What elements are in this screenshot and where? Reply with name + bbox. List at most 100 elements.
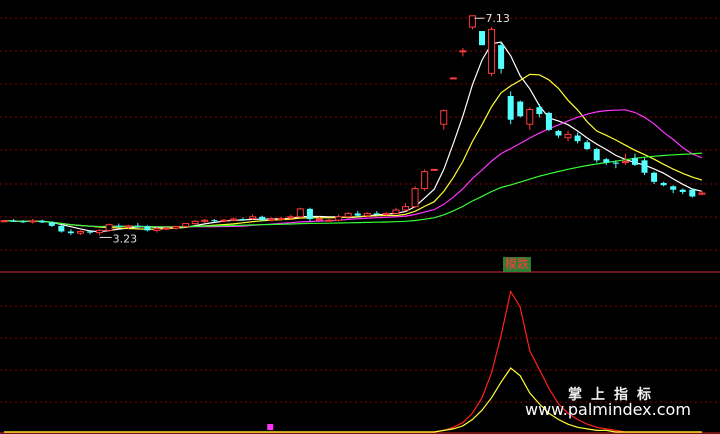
candle-body xyxy=(191,220,199,225)
candle xyxy=(29,219,37,224)
candle xyxy=(603,158,610,165)
candle xyxy=(201,219,209,224)
candle-body xyxy=(555,130,562,136)
candle-body xyxy=(488,28,496,74)
candle xyxy=(58,224,65,233)
candle-body xyxy=(392,209,400,214)
candle-body xyxy=(354,213,361,216)
candle-body xyxy=(584,142,591,150)
candle-body xyxy=(220,219,228,222)
candle-body xyxy=(679,189,686,192)
candle-body xyxy=(689,189,696,197)
candle-body xyxy=(698,192,706,195)
candle-body xyxy=(670,186,677,190)
candle-body xyxy=(105,224,113,231)
stock-chart: 7.13 3.23 xyxy=(0,12,720,434)
candle-body xyxy=(603,159,610,163)
candle-body xyxy=(0,220,8,223)
candle-body xyxy=(430,168,438,171)
candle xyxy=(507,91,514,125)
candle-body xyxy=(382,212,390,216)
candle-body xyxy=(315,218,323,221)
candle xyxy=(660,181,667,187)
candle xyxy=(498,42,505,74)
candle xyxy=(96,229,104,236)
candle-body xyxy=(660,182,667,186)
candle xyxy=(459,47,467,57)
candle-body xyxy=(621,160,629,164)
ma-longest-line xyxy=(3,152,702,228)
candle-body xyxy=(651,172,658,182)
candle xyxy=(182,223,190,228)
candle-body xyxy=(306,208,313,220)
candle xyxy=(335,214,343,222)
candle xyxy=(354,211,361,217)
candle-body xyxy=(631,158,638,165)
candle-body xyxy=(124,225,132,228)
candle xyxy=(211,219,218,222)
candle-body xyxy=(421,171,429,190)
candle-body xyxy=(593,149,600,161)
candle-body xyxy=(536,107,543,115)
candle-body xyxy=(87,231,94,233)
candle xyxy=(670,185,677,194)
candle-body xyxy=(144,226,151,231)
candle-body xyxy=(10,220,17,222)
candle-body xyxy=(134,225,141,227)
candle-body xyxy=(402,206,410,211)
candle-body xyxy=(249,216,257,219)
candle-body xyxy=(67,231,74,234)
candle xyxy=(296,207,304,218)
candle-body xyxy=(268,218,276,221)
candle xyxy=(67,229,74,235)
candle-body xyxy=(163,227,171,230)
candle xyxy=(574,132,581,144)
candle xyxy=(39,219,46,224)
candle xyxy=(593,147,600,163)
candle-body xyxy=(296,208,304,218)
candle-body xyxy=(259,216,266,221)
candle-body xyxy=(507,95,514,120)
candle-body xyxy=(211,220,218,222)
candle-body xyxy=(440,110,448,125)
candle-body xyxy=(373,213,380,215)
candle xyxy=(402,203,410,212)
candle xyxy=(526,107,534,130)
candle-body xyxy=(498,45,505,69)
ma-short-line xyxy=(3,41,703,233)
candle-body xyxy=(545,112,552,130)
candle xyxy=(631,153,638,166)
candle xyxy=(105,223,113,232)
candle xyxy=(430,168,438,171)
candle-body xyxy=(58,225,65,232)
candle xyxy=(172,225,180,230)
indicator-marker xyxy=(267,424,274,430)
candle xyxy=(479,31,485,46)
candle xyxy=(325,219,333,222)
candle xyxy=(468,15,476,30)
low-price-label: 3.23 xyxy=(113,232,138,245)
candle xyxy=(488,27,496,77)
candle-body xyxy=(564,133,572,139)
candle xyxy=(306,207,313,222)
candle xyxy=(344,212,352,218)
candle xyxy=(392,207,400,215)
candle-body xyxy=(287,216,295,219)
candle-body xyxy=(182,223,190,227)
candle xyxy=(191,220,199,225)
candle xyxy=(440,109,448,130)
candle xyxy=(698,190,706,196)
candle-body xyxy=(526,109,534,125)
candle-body xyxy=(29,220,37,223)
candle-body xyxy=(48,222,55,226)
candle xyxy=(679,188,686,195)
candle-body xyxy=(479,31,485,46)
indicator-badge: 模跌 xyxy=(503,257,532,272)
candle xyxy=(411,186,419,208)
candle xyxy=(651,171,658,185)
candle-body xyxy=(459,50,467,53)
candle-body xyxy=(240,219,246,221)
candle-body xyxy=(574,135,581,142)
candle xyxy=(20,220,27,224)
candle xyxy=(517,100,524,118)
